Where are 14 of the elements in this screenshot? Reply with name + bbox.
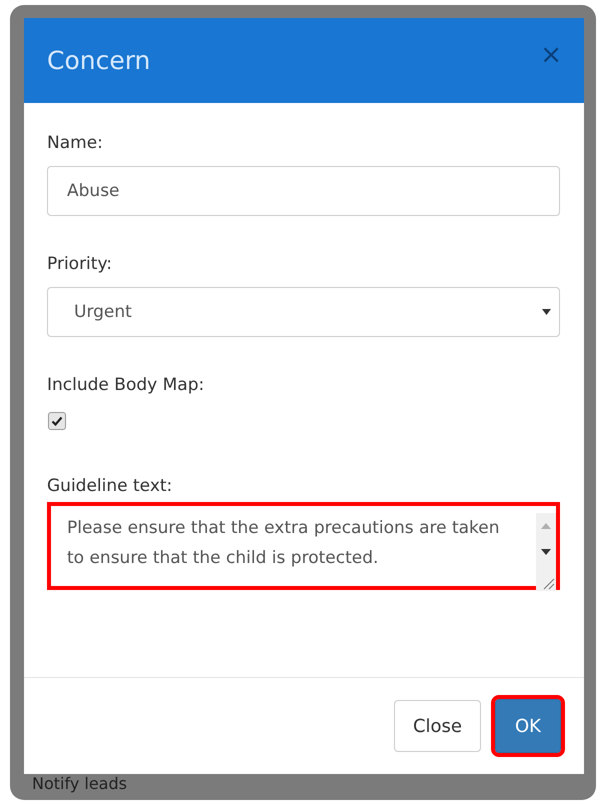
dialog-title: Concern xyxy=(47,46,150,75)
field-label: Include Body Map: xyxy=(47,375,206,395)
background-text: Notify leads xyxy=(32,774,127,794)
field-label: Name: xyxy=(47,133,104,153)
scrollbar-icon xyxy=(536,513,556,591)
priority-dropdown[interactable]: Urgent xyxy=(47,287,560,337)
name-input-field[interactable]: Abuse xyxy=(47,166,560,216)
check-icon xyxy=(51,415,63,427)
close-button[interactable]: Close xyxy=(394,700,482,752)
field-label: Guideline text: xyxy=(47,476,174,496)
checkbox[interactable] xyxy=(48,412,66,430)
caret-icon xyxy=(542,309,551,315)
field-label: Priority: xyxy=(47,254,113,274)
guideline-text-area[interactable]: Please ensure that the extra precautions are taken to ensure that the child is protected. xyxy=(47,502,560,590)
